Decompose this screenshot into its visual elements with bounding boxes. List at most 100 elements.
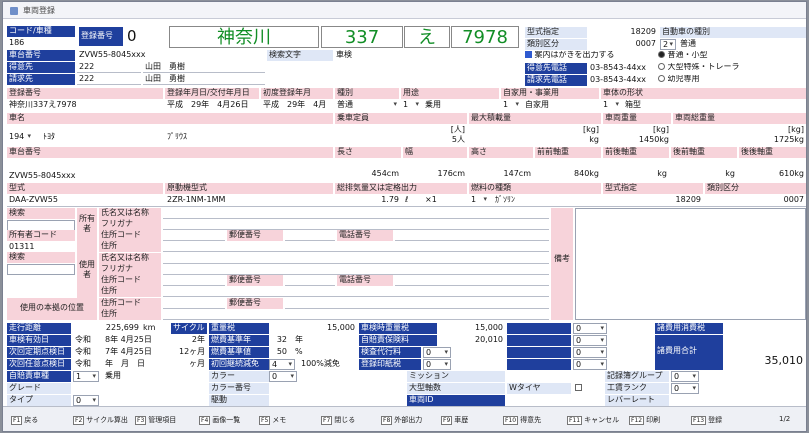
fkey-f8[interactable]: F8 外部出力 — [381, 415, 422, 425]
customer-tel[interactable]: 03-8543-44xx — [588, 63, 654, 74]
class-value[interactable]: 0007 — [705, 195, 806, 206]
fkey-f7[interactable]: F7 閉じる — [321, 415, 355, 425]
fkey-f10[interactable]: F10 得意先 — [503, 415, 541, 425]
displacement-mult[interactable]: ×1 — [423, 195, 463, 206]
base-addr-code-field[interactable] — [163, 298, 225, 309]
kind-select[interactable]: 普通 — [335, 100, 399, 111]
length-value[interactable]: 454cm — [335, 169, 401, 180]
user-search-input[interactable] — [7, 264, 75, 275]
fkey-f2[interactable]: F2 サイクル算出 — [73, 415, 128, 425]
rf-value[interactable]: kg — [671, 169, 737, 180]
width-value[interactable]: 176cm — [403, 169, 467, 180]
cycle-years[interactable]: 2年 — [179, 335, 207, 346]
blue-code-4[interactable]: 0 — [573, 359, 607, 370]
spec-value[interactable]: 18209 — [603, 195, 703, 206]
car-model-name[interactable]: ﾌﾟﾘｳｽ — [165, 132, 325, 143]
chassis-value[interactable]: ZVW55-8045xxx — [7, 171, 207, 182]
fkey-f4[interactable]: F4 画像一覧 — [199, 415, 240, 425]
radio-normal[interactable]: 普通・小型 — [658, 51, 778, 62]
fuel-std-value[interactable]: 50 — [269, 347, 289, 358]
model-value[interactable]: DAA-ZVW55 — [7, 195, 163, 206]
class-div-code[interactable]: 2 — [660, 39, 676, 50]
billing-code[interactable]: 222 — [77, 74, 141, 85]
plate-class[interactable]: 337 — [321, 26, 403, 48]
first-reg-value[interactable]: 平成 29年 4月 — [261, 100, 333, 111]
fkey-f1[interactable]: F1 戻る — [11, 415, 38, 425]
owner-name-field[interactable] — [163, 208, 549, 219]
plate-area[interactable]: 神奈川 — [169, 26, 319, 48]
owner-zip-field[interactable] — [285, 230, 335, 241]
class-div-field[interactable]: 0007 — [588, 39, 658, 50]
next-insp-era[interactable]: 令和 — [73, 347, 99, 358]
record-group-code[interactable]: 0 — [671, 371, 699, 382]
next-any-era[interactable]: 令和 — [73, 359, 99, 370]
model-spec-field[interactable]: 18209 — [588, 27, 658, 38]
weight-value[interactable]: 1450kg — [603, 135, 671, 146]
search-text-field[interactable]: 車検 — [334, 50, 520, 61]
rr-value[interactable]: 610kg — [739, 169, 806, 180]
billing-tel[interactable]: 03-8543-44xx — [588, 75, 654, 86]
owner-addr-field[interactable] — [163, 241, 549, 252]
liability-value[interactable]: 20,010 — [439, 335, 505, 346]
customer-code[interactable]: 222 — [77, 62, 141, 73]
insp-weight-tax-value[interactable]: 15,000 — [439, 323, 505, 334]
fkey-f3[interactable]: F3 管理項目 — [135, 415, 176, 425]
radio-child[interactable]: 幼児専用 — [658, 75, 778, 86]
stamp-code[interactable]: 0 — [423, 359, 451, 370]
use-code[interactable]: 1 — [401, 100, 421, 111]
car-maker-code[interactable]: 194 — [7, 132, 33, 143]
fuel-code[interactable]: 1 — [469, 195, 489, 206]
customer-name[interactable]: 山田 勇樹 — [143, 62, 265, 73]
engine-value[interactable]: 2ZR-1NM-1MM — [165, 195, 333, 206]
height-value[interactable]: 147cm — [469, 169, 533, 180]
displacement-value[interactable]: 1.79 — [335, 195, 401, 206]
blue-code-1[interactable]: 0 — [573, 323, 607, 334]
user-name-field[interactable] — [163, 253, 549, 264]
biz-code[interactable]: 1 — [501, 100, 521, 111]
next-insp-cycle[interactable]: 12ヶ月 — [177, 347, 207, 358]
labor-rank-code[interactable]: 0 — [671, 383, 699, 394]
shape-code[interactable]: 1 — [601, 100, 621, 111]
fkey-f12[interactable]: F12 印刷 — [629, 415, 660, 425]
agency-code[interactable]: 0 — [423, 347, 451, 358]
max-load-value[interactable]: kg — [469, 135, 601, 146]
fkey-f5[interactable]: F5 メモ — [259, 415, 286, 425]
billing-name[interactable]: 山田 勇樹 — [143, 74, 265, 85]
user-kana-field[interactable] — [163, 264, 549, 275]
notice-checkbox[interactable]: 案内はがきを出力する — [525, 51, 655, 62]
insp-valid-era[interactable]: 令和 — [73, 335, 99, 346]
gross-value[interactable]: 1725kg — [673, 135, 806, 146]
owner-kana-field[interactable] — [163, 219, 549, 230]
reg-no-digit[interactable]: 0 — [124, 28, 167, 46]
user-addr-field[interactable] — [163, 286, 549, 297]
reg-date-value[interactable]: 平成 29年 4月26日 — [165, 100, 259, 111]
base-addr-field[interactable] — [163, 309, 549, 320]
next-any-date[interactable]: 年 月 日 — [103, 359, 177, 370]
user-addr-code-field[interactable] — [163, 275, 225, 286]
wtire-checkbox[interactable] — [575, 384, 585, 394]
liab-car-code[interactable]: 1 — [73, 371, 99, 382]
fkey-f11[interactable]: F11 キャンセル — [567, 415, 619, 425]
fuel-std-year-value[interactable]: 32 — [269, 335, 289, 346]
fr-value[interactable]: kg — [603, 169, 669, 180]
fkey-f13[interactable]: F13 登録 — [691, 415, 722, 425]
capacity-value[interactable]: 5人 — [335, 135, 467, 146]
color-code[interactable]: 0 — [269, 371, 297, 382]
type-code[interactable]: 0 — [73, 395, 99, 406]
first-reduce-code[interactable]: 4 — [269, 359, 295, 370]
remarks-textarea[interactable] — [575, 208, 806, 320]
ff-value[interactable]: 840kg — [535, 169, 601, 180]
user-zip-field[interactable] — [285, 275, 335, 286]
plate-number[interactable]: 7978 — [451, 26, 519, 48]
car-name-field[interactable]: ZVW55-8045xxx — [77, 50, 265, 61]
fkey-f9[interactable]: F9 車歴 — [441, 415, 468, 425]
mileage-value[interactable]: 225,699 — [73, 323, 141, 334]
owner-addr-code-field[interactable] — [163, 230, 225, 241]
car-maker-name[interactable]: ﾄﾖﾀ — [41, 132, 151, 143]
user-tel-field[interactable] — [395, 275, 549, 286]
code-field[interactable]: 186 — [7, 38, 75, 49]
displacement-unit[interactable]: ℓ — [403, 195, 421, 206]
insp-valid-date[interactable]: 8年 4月25日 — [103, 335, 177, 346]
blue-code-3[interactable]: 0 — [573, 347, 607, 358]
next-insp-date[interactable]: 7年 4月25日 — [103, 347, 177, 358]
